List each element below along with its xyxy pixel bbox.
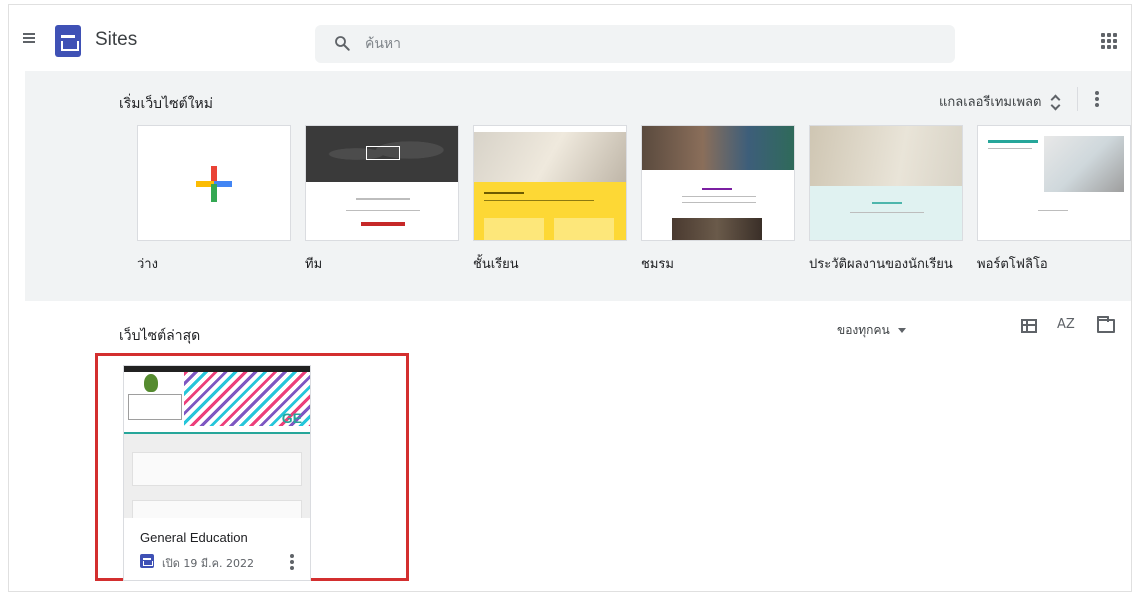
google-sites-logo[interactable] — [55, 25, 81, 57]
template-label: ประวัติผลงานของนักเรียน — [809, 257, 953, 272]
template-club[interactable]: ชมรม — [641, 125, 795, 274]
template-student-portfolio[interactable]: ประวัติผลงานของนักเรียน — [809, 125, 963, 274]
template-thumbnail[interactable] — [305, 125, 459, 241]
search-icon[interactable] — [333, 34, 351, 52]
template-label: ทีม — [305, 257, 323, 272]
hamburger-menu-icon[interactable] — [23, 33, 35, 43]
template-class[interactable]: ชั้นเรียน — [473, 125, 627, 274]
sites-home-window: Sites เริ่มเว็บไซต์ใหม่ แกลเลอรีเทมเพลต — [8, 4, 1132, 592]
section-title-recent-sites: เว็บไซต์ล่าสุด — [119, 328, 201, 344]
caret-down-icon — [897, 328, 906, 333]
template-gallery-label: แกลเลอรีเทมเพลต — [939, 95, 1042, 110]
template-thumbnail[interactable] — [809, 125, 963, 241]
more-options-icon[interactable] — [290, 554, 294, 570]
apps-grid-icon[interactable] — [1101, 33, 1117, 49]
template-label: พอร์ตโฟลิโอ — [977, 257, 1048, 272]
template-label: ชมรม — [641, 257, 674, 272]
divider — [1077, 87, 1078, 111]
template-label: ชั้นเรียน — [473, 257, 519, 272]
unfold-icon — [1051, 94, 1061, 110]
school-crest-icon — [144, 374, 158, 392]
ge-logo: GE — [281, 410, 302, 426]
search-input[interactable] — [365, 33, 925, 55]
template-thumbnail[interactable] — [137, 125, 291, 241]
template-thumbnail[interactable] — [641, 125, 795, 241]
section-title-new-site: เริ่มเว็บไซต์ใหม่ — [119, 96, 213, 112]
plus-icon — [196, 166, 232, 202]
google-sites-icon — [140, 554, 154, 568]
template-label: ว่าง — [137, 257, 158, 272]
template-gallery-button[interactable]: แกลเลอรีเทมเพลต — [939, 91, 1061, 112]
site-thumbnail: GE — [124, 366, 310, 518]
template-thumbnail[interactable] — [473, 125, 627, 241]
site-name: General Education — [140, 530, 248, 545]
more-options-icon[interactable] — [1095, 91, 1099, 107]
list-view-icon[interactable] — [1021, 319, 1037, 333]
template-team[interactable]: ทีม — [305, 125, 459, 274]
template-thumbnail[interactable] — [977, 125, 1131, 241]
sort-az-icon[interactable]: AZ — [1057, 317, 1075, 332]
search-bar[interactable] — [315, 25, 955, 63]
owner-filter-dropdown[interactable]: ของทุกคน — [837, 321, 906, 340]
template-portfolio[interactable]: พอร์ตโฟลิโอ — [977, 125, 1131, 274]
app-name[interactable]: Sites — [95, 29, 137, 51]
start-new-site-section: เริ่มเว็บไซต์ใหม่ แกลเลอรีเทมเพลต ว่าง ท… — [25, 71, 1131, 301]
top-app-bar: Sites — [9, 5, 1131, 71]
owner-filter-label: ของทุกคน — [837, 323, 890, 337]
site-opened-date: เปิด 19 มี.ค. 2022 — [162, 557, 254, 570]
template-blank[interactable]: ว่าง — [137, 125, 291, 274]
site-card[interactable]: GE General Education เปิด 19 มี.ค. 2022 — [123, 365, 311, 581]
folder-icon[interactable] — [1097, 316, 1115, 333]
